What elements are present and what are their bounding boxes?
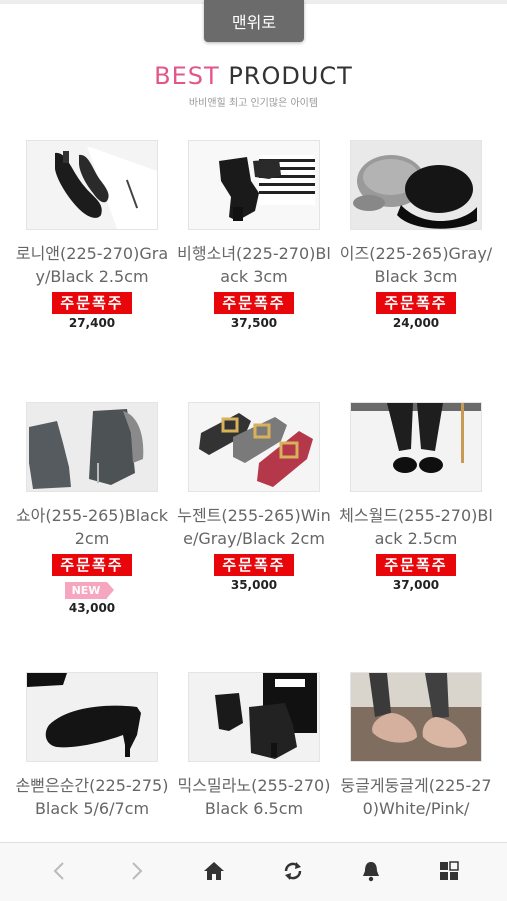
hot-order-badge: 주문폭주 bbox=[376, 554, 456, 576]
section-subtitle: 바비앤힐 최고 인기많은 아이템 bbox=[188, 98, 319, 109]
product-card[interactable]: 쇼아(255-265)Black 2cm 주문폭주 NEW 43,000 bbox=[12, 402, 172, 615]
product-price: 37,000 bbox=[392, 578, 440, 592]
hot-order-badge: 주문폭주 bbox=[214, 292, 294, 314]
product-card[interactable]: 손뻗은순간(225-275)Black 5/6/7cm bbox=[12, 672, 172, 820]
product-name[interactable]: 손뻗은순간(225-275)Black 5/6/7cm bbox=[12, 774, 172, 820]
product-name[interactable]: 쇼아(255-265)Black 2cm bbox=[12, 504, 172, 550]
product-image[interactable] bbox=[350, 402, 482, 492]
product-image[interactable] bbox=[350, 140, 482, 230]
product-name[interactable]: 믹스밀라노(255-270)Black 6.5cm bbox=[174, 774, 334, 820]
product-price: 43,000 bbox=[68, 601, 116, 615]
refresh-icon bbox=[284, 862, 302, 880]
product-name[interactable]: 비행소녀(225-270)Black 3cm bbox=[174, 242, 334, 288]
back-button[interactable] bbox=[44, 856, 74, 886]
product-image[interactable] bbox=[350, 672, 482, 762]
home-button[interactable] bbox=[199, 856, 229, 886]
bell-icon bbox=[363, 862, 379, 882]
hot-order-badge: 주문폭주 bbox=[376, 292, 456, 314]
product-card[interactable]: 로니앤(225-270)Gray/Black 2.5cm 주문폭주 27,400 bbox=[12, 140, 172, 330]
product-name[interactable]: 둥글게둥글게(225-270)White/Pink/ bbox=[336, 774, 496, 820]
product-card[interactable]: 체스월드(255-270)Black 2.5cm 주문폭주 37,000 bbox=[336, 402, 496, 592]
product-image[interactable] bbox=[188, 672, 320, 762]
product-name[interactable]: 이즈(225-265)Gray/Black 3cm bbox=[336, 242, 496, 288]
product-image[interactable] bbox=[26, 402, 158, 492]
product-image[interactable] bbox=[188, 140, 320, 230]
product-price: 24,000 bbox=[392, 316, 440, 330]
new-tag: NEW bbox=[65, 582, 114, 599]
product-price: 37,500 bbox=[230, 316, 278, 330]
grid-icon bbox=[440, 861, 459, 880]
hot-order-badge: 주문폭주 bbox=[214, 554, 294, 576]
menu-grid-button[interactable] bbox=[434, 856, 464, 886]
product-card[interactable]: 비행소녀(225-270)Black 3cm 주문폭주 37,500 bbox=[174, 140, 334, 330]
home-icon bbox=[204, 862, 224, 880]
chevron-right-icon bbox=[132, 862, 143, 880]
section-title-rest: PRODUCT bbox=[219, 62, 353, 90]
hot-order-badge: 주문폭주 bbox=[52, 292, 132, 314]
product-image[interactable] bbox=[188, 402, 320, 492]
section-title-accent: BEST bbox=[154, 62, 220, 90]
product-card[interactable]: 이즈(225-265)Gray/Black 3cm 주문폭주 24,000 bbox=[336, 140, 496, 330]
chevron-left-icon bbox=[53, 862, 64, 880]
notification-button[interactable] bbox=[356, 856, 386, 886]
product-name[interactable]: 체스월드(255-270)Black 2.5cm bbox=[336, 504, 496, 550]
scroll-to-top-button[interactable]: 맨위로 bbox=[204, 0, 304, 42]
section-title: BEST PRODUCT bbox=[0, 62, 507, 90]
product-name[interactable]: 로니앤(225-270)Gray/Black 2.5cm bbox=[12, 242, 172, 288]
hot-order-badge: 주문폭주 bbox=[52, 554, 132, 576]
product-image[interactable] bbox=[26, 140, 158, 230]
bottom-navigation-bar bbox=[0, 842, 507, 901]
product-price: 27,400 bbox=[68, 316, 116, 330]
product-grid: 로니앤(225-270)Gray/Black 2.5cm 주문폭주 27,400 bbox=[0, 140, 507, 842]
product-name[interactable]: 누젠트(255-265)Wine/Gray/Black 2cm bbox=[174, 504, 334, 550]
product-image[interactable] bbox=[26, 672, 158, 762]
product-price: 35,000 bbox=[230, 578, 278, 592]
product-card[interactable]: 누젠트(255-265)Wine/Gray/Black 2cm 주문폭주 35,… bbox=[174, 402, 334, 592]
forward-button[interactable] bbox=[122, 856, 152, 886]
product-card[interactable]: 믹스밀라노(255-270)Black 6.5cm bbox=[174, 672, 334, 820]
refresh-button[interactable] bbox=[278, 856, 308, 886]
product-card[interactable]: 둥글게둥글게(225-270)White/Pink/ bbox=[336, 672, 496, 820]
